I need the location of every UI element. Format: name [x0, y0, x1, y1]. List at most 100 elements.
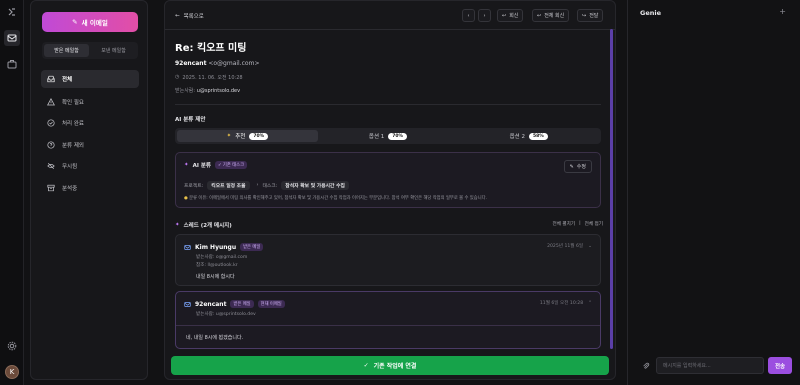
sidebar-item-done[interactable]: 처리 완료: [41, 114, 139, 132]
sidebar-item-label: 확인 필요: [62, 100, 84, 106]
option-label: 옵션 1: [368, 134, 385, 140]
thread-title: ✦ 스레드 (2개 메시지): [175, 221, 232, 229]
chevron-right-icon: ›: [483, 12, 486, 19]
prev-email-button[interactable]: ‹: [462, 9, 475, 22]
mail-icon: [184, 244, 191, 250]
mail-icon[interactable]: [4, 30, 20, 46]
mail-icon: [184, 301, 191, 307]
confidence-badge: 58%: [528, 132, 548, 140]
eye-off-icon: [47, 162, 55, 170]
ai-card-header: ✦ AI 분류 ✓ 기존 태스크: [184, 161, 248, 169]
received-badge: 받은 메일: [240, 243, 264, 251]
sidebar-item-analyzing[interactable]: 분석중: [41, 179, 139, 197]
email-detail-panel: ← 목록으로 ‹ › ↩ 회신 ↩ 전체 회신 ↪ 전달 Re: 킥오프 미팅 …: [164, 0, 616, 380]
email-subject: Re: 킥오프 미팅: [175, 43, 247, 54]
divider: [175, 104, 601, 105]
project-label: 프로젝트:: [184, 184, 204, 189]
avatar[interactable]: K: [5, 365, 19, 379]
sender-email: <o@gmail.com>: [208, 60, 260, 67]
confidence-badge: 70%: [249, 132, 269, 140]
new-email-button[interactable]: ✎ 새 이메일: [42, 12, 138, 32]
expand-all-link[interactable]: 전체 펼치기: [552, 221, 575, 227]
link-to-task-button[interactable]: ✓ 기존 작업에 연결: [171, 356, 609, 375]
chevron-down-icon[interactable]: ⌄: [588, 244, 592, 249]
genie-panel: Genie + 전송: [627, 0, 800, 385]
reason-text: 분류 이유: 이메일에서 미팅 의사를 확인해주고 있어, 참석자 확보 및 가…: [189, 196, 487, 201]
scrollbar[interactable]: [610, 29, 613, 349]
chevron-left-icon: ‹: [467, 12, 470, 19]
reply-all-icon: ↩: [537, 12, 542, 19]
sidebar-item-label: 처리 완료: [62, 121, 84, 127]
sparkle-icon: ✦: [175, 222, 180, 228]
genie-title: Genie: [640, 9, 662, 17]
time-text: 11월 6일 오전 10:28: [539, 301, 584, 306]
forward-button[interactable]: ↪ 전달: [577, 9, 604, 22]
ai-card-title: AI 분류: [192, 163, 211, 169]
option-label: 옵션 2: [509, 134, 525, 140]
divider: [176, 325, 600, 326]
briefcase-icon[interactable]: [6, 58, 18, 70]
chevron-up-icon[interactable]: ⌃: [588, 301, 592, 306]
recipient-line: 받는사람: u@sprintsolo.dev: [175, 87, 240, 94]
message-time: 11월 6일 오전 10:28 ⌃: [539, 300, 592, 307]
reply-all-label: 전체 회신: [544, 13, 565, 19]
sparkle-icon: ✦: [226, 133, 232, 139]
project-chip: 킥오프 일정 조율: [207, 181, 250, 190]
divider: [165, 29, 615, 30]
sidebar-item-ignored[interactable]: 무시됨: [41, 157, 139, 175]
sidebar-item-all[interactable]: 전체: [41, 70, 139, 88]
ai-option-1[interactable]: 옵션 1 70%: [318, 130, 459, 142]
reply-label: 회신: [509, 13, 519, 19]
arrow-left-icon: ←: [175, 12, 180, 19]
pencil-icon: ✎: [72, 18, 78, 26]
settings-icon[interactable]: [6, 340, 18, 352]
check-circle-icon: [47, 119, 55, 127]
link-button-label: 기존 작업에 연결: [373, 363, 417, 370]
edit-button[interactable]: ✎ 수정: [563, 160, 592, 173]
sender-line: 92encant <o@gmail.com>: [175, 60, 259, 67]
message-sender: Kim Hyungu: [195, 243, 237, 251]
paperclip-icon[interactable]: [639, 359, 653, 373]
time-text: 2025년 11월 6일: [547, 244, 584, 249]
tab-sent[interactable]: 보낸 메일함: [91, 44, 136, 57]
current-email-badge: 현재 이메일: [257, 300, 285, 308]
sidebar-item-label: 분석중: [62, 186, 78, 192]
inbox-icon: [47, 75, 55, 83]
separator: |: [579, 221, 581, 226]
ai-option-2[interactable]: 옵션 2 58%: [458, 130, 599, 142]
thread-message-current[interactable]: 92encant 받은 메일 현재 이메일 11월 6일 오전 10:28 ⌃ …: [175, 291, 601, 349]
warning-icon: [47, 98, 55, 106]
received-badge: 받은 메일: [230, 300, 254, 308]
reply-all-button[interactable]: ↩ 전체 회신: [532, 9, 570, 22]
app-logo-icon[interactable]: [6, 6, 18, 18]
classification-row: 프로젝트: 킥오프 일정 조율 › 태스크: 참석자 확보 및 가용시간 수집: [184, 181, 349, 190]
recipient-value: u@sprintsolo.dev: [196, 88, 241, 94]
collapse-all-link[interactable]: 전체 접기: [585, 221, 603, 227]
message-recipient: 받는사람: u@sprintsolo.dev: [196, 312, 256, 317]
sidebar: ✎ 새 이메일 받은 메일함 보낸 메일함 전체 확인 필요 처리 완료 분류 …: [30, 0, 148, 380]
message-body: 네, 내일 8시에 뵙겠습니다.: [186, 335, 244, 341]
tab-inbox[interactable]: 받은 메일함: [44, 44, 89, 57]
thread-actions: 전체 펼치기 | 전체 접기: [552, 221, 603, 227]
sidebar-item-needs-review[interactable]: 확인 필요: [41, 93, 139, 111]
sidebar-item-label: 전체: [62, 77, 73, 83]
thread-message[interactable]: Kim Hyungu 받은 메일 2025년 11월 6일 ⌄ 받는사람: o@…: [175, 234, 601, 286]
ai-option-recommended[interactable]: ✦ 추천 70%: [177, 130, 318, 142]
chat-input[interactable]: [656, 357, 764, 374]
ai-classification-card: ✦ AI 분류 ✓ 기존 태스크 ✎ 수정 프로젝트: 킥오프 일정 조율 › …: [175, 152, 601, 208]
task-label: 태스크:: [262, 184, 278, 189]
sidebar-item-label: 무시됨: [62, 164, 78, 170]
back-to-list-link[interactable]: ← 목록으로: [175, 9, 204, 22]
confidence-badge: 70%: [388, 132, 408, 140]
plus-icon[interactable]: +: [779, 7, 786, 16]
next-email-button[interactable]: ›: [478, 9, 491, 22]
sidebar-item-excluded[interactable]: 분류 제외: [41, 136, 139, 154]
existing-task-badge: ✓ 기존 태스크: [214, 161, 248, 169]
send-button[interactable]: 전송: [768, 357, 792, 374]
clock-icon: ◷: [175, 74, 180, 80]
badge-text: 기존 태스크: [222, 163, 245, 168]
mailbox-tabs: 받은 메일함 보낸 메일함: [42, 42, 138, 59]
sparkle-icon: ✦: [184, 162, 189, 168]
reply-button[interactable]: ↩ 회신: [497, 9, 524, 22]
archive-icon: [47, 184, 55, 192]
